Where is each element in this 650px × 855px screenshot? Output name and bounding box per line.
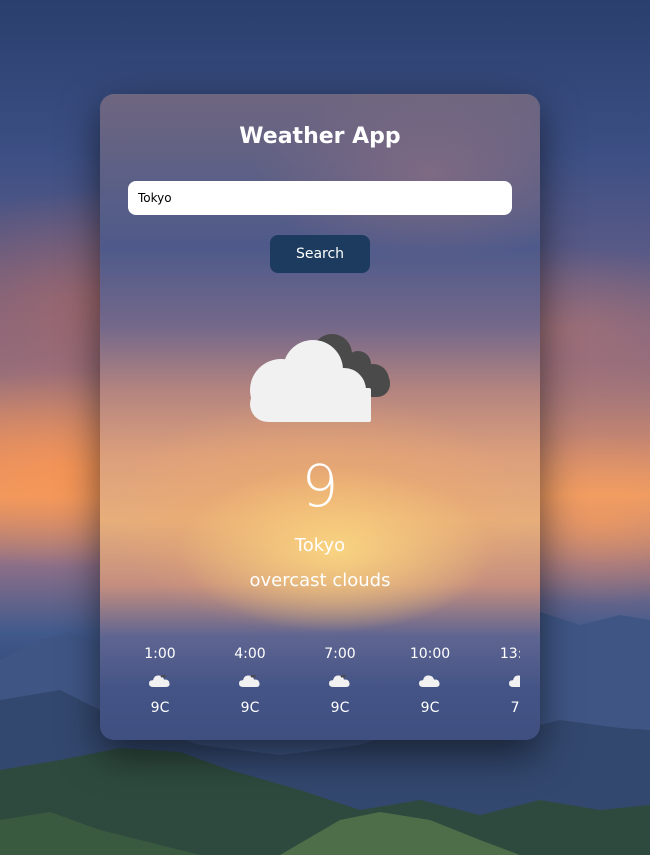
cloud-icon bbox=[149, 675, 170, 687]
forecast-item: 7:00 9C bbox=[310, 644, 370, 716]
forecast-temp: 7C bbox=[510, 700, 520, 716]
app-title: Weather App bbox=[239, 124, 401, 149]
forecast-time: 4:00 bbox=[234, 646, 266, 662]
current-temperature: 9 bbox=[301, 452, 339, 520]
forecast-time: 7:00 bbox=[324, 646, 356, 662]
city-search-input[interactable] bbox=[128, 181, 512, 215]
forecast-temp: 9C bbox=[420, 700, 440, 716]
weather-card: Weather App Search 9 Tokyo overcast clou… bbox=[100, 94, 540, 740]
forecast-temp: 9C bbox=[150, 700, 170, 716]
forecast-item: 4:00 9C bbox=[220, 644, 280, 716]
overcast-clouds-icon bbox=[250, 334, 390, 422]
weather-description: overcast clouds bbox=[249, 570, 391, 591]
forecast-temp: 9C bbox=[330, 700, 350, 716]
cloud-icon bbox=[329, 675, 350, 687]
city-name: Tokyo bbox=[294, 535, 346, 556]
hourly-forecast: 1:00 9C 4:00 9C 7:00 9C 10:00 9C 13 7 bbox=[115, 644, 520, 724]
forecast-item: 13:00 7C bbox=[490, 644, 520, 716]
forecast-temp: 9C bbox=[240, 700, 260, 716]
search-button[interactable]: Search bbox=[270, 235, 370, 273]
forecast-time: 13:00 bbox=[499, 646, 520, 662]
forecast-item: 10:00 9C bbox=[400, 644, 460, 716]
cloud-icon bbox=[419, 675, 440, 687]
forecast-item: 1:00 9C bbox=[130, 644, 190, 716]
forecast-time: 1:00 bbox=[144, 646, 176, 662]
cloud-icon bbox=[239, 675, 260, 687]
forecast-time: 10:00 bbox=[409, 646, 451, 662]
cloud-icon bbox=[509, 675, 520, 687]
